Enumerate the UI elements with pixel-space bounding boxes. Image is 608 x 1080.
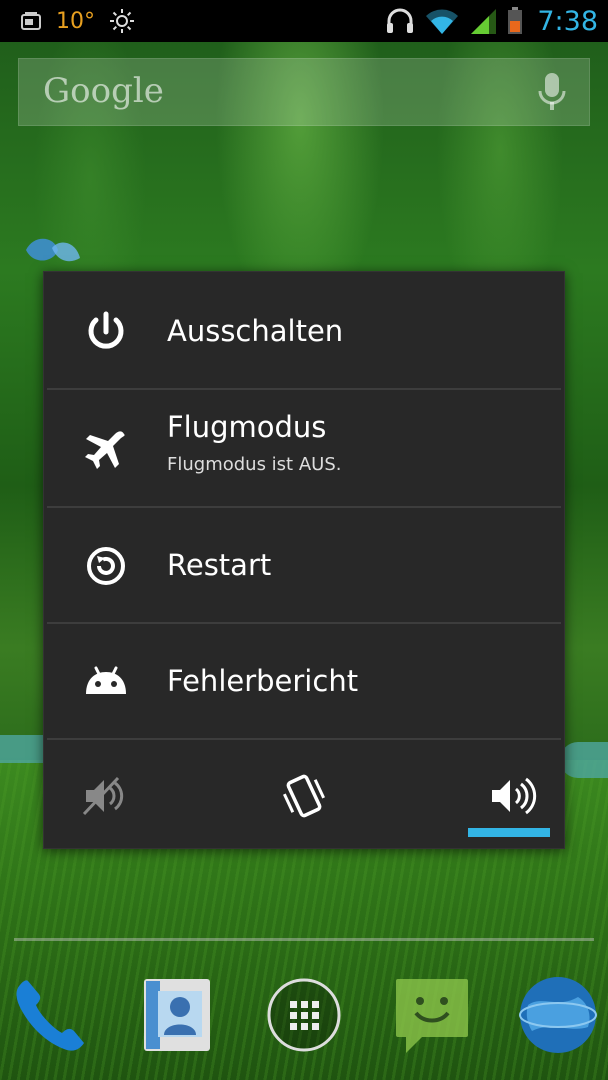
power-options-dialog: Ausschalten Flugmodus Flugmodus ist AUS.…	[43, 271, 565, 849]
app-drawer-icon[interactable]	[264, 975, 344, 1055]
selected-mode-indicator	[468, 828, 550, 837]
contacts-icon[interactable]	[138, 975, 218, 1055]
airplane-icon	[85, 431, 125, 469]
android-icon	[86, 666, 126, 694]
status-bar: 10° 7:38	[0, 0, 608, 42]
temperature-text: 10°	[56, 8, 95, 34]
sim-icon	[21, 12, 41, 30]
signal-icon	[471, 9, 497, 34]
wifi-icon	[426, 9, 459, 34]
menu-item-bug-report[interactable]: Fehlerbericht	[44, 624, 564, 740]
menu-item-label: Fehlerbericht	[167, 664, 359, 698]
vibrate-icon[interactable]	[274, 766, 334, 826]
clock: 7:38	[537, 5, 598, 37]
google-search-bar[interactable]: Google	[18, 58, 590, 126]
menu-item-label: Ausschalten	[167, 314, 344, 348]
speaker-icon[interactable]	[480, 766, 540, 826]
messaging-icon[interactable]	[392, 975, 472, 1055]
menu-item-restart[interactable]: Restart	[44, 508, 564, 624]
menu-item-power-off[interactable]: Ausschalten	[44, 272, 564, 388]
browser-icon[interactable]	[518, 975, 598, 1055]
menu-item-label: Flugmodus	[167, 410, 327, 444]
butterfly-decoration	[26, 238, 80, 262]
google-logo: Google	[43, 71, 164, 111]
menu-item-airplane-mode[interactable]: Flugmodus Flugmodus ist AUS.	[44, 390, 564, 506]
mute-icon[interactable]	[72, 766, 132, 826]
menu-item-sublabel: Flugmodus ist AUS.	[167, 454, 342, 475]
microphone-icon[interactable]	[535, 71, 569, 113]
restart-icon	[87, 547, 125, 585]
phone-icon[interactable]	[8, 975, 88, 1055]
dock-divider	[14, 938, 594, 941]
wallpaper-pond	[560, 742, 608, 778]
battery-icon	[508, 7, 523, 34]
power-icon	[88, 311, 124, 349]
brightness-icon	[110, 9, 134, 33]
headset-icon	[387, 8, 414, 33]
menu-item-label: Restart	[167, 548, 272, 582]
